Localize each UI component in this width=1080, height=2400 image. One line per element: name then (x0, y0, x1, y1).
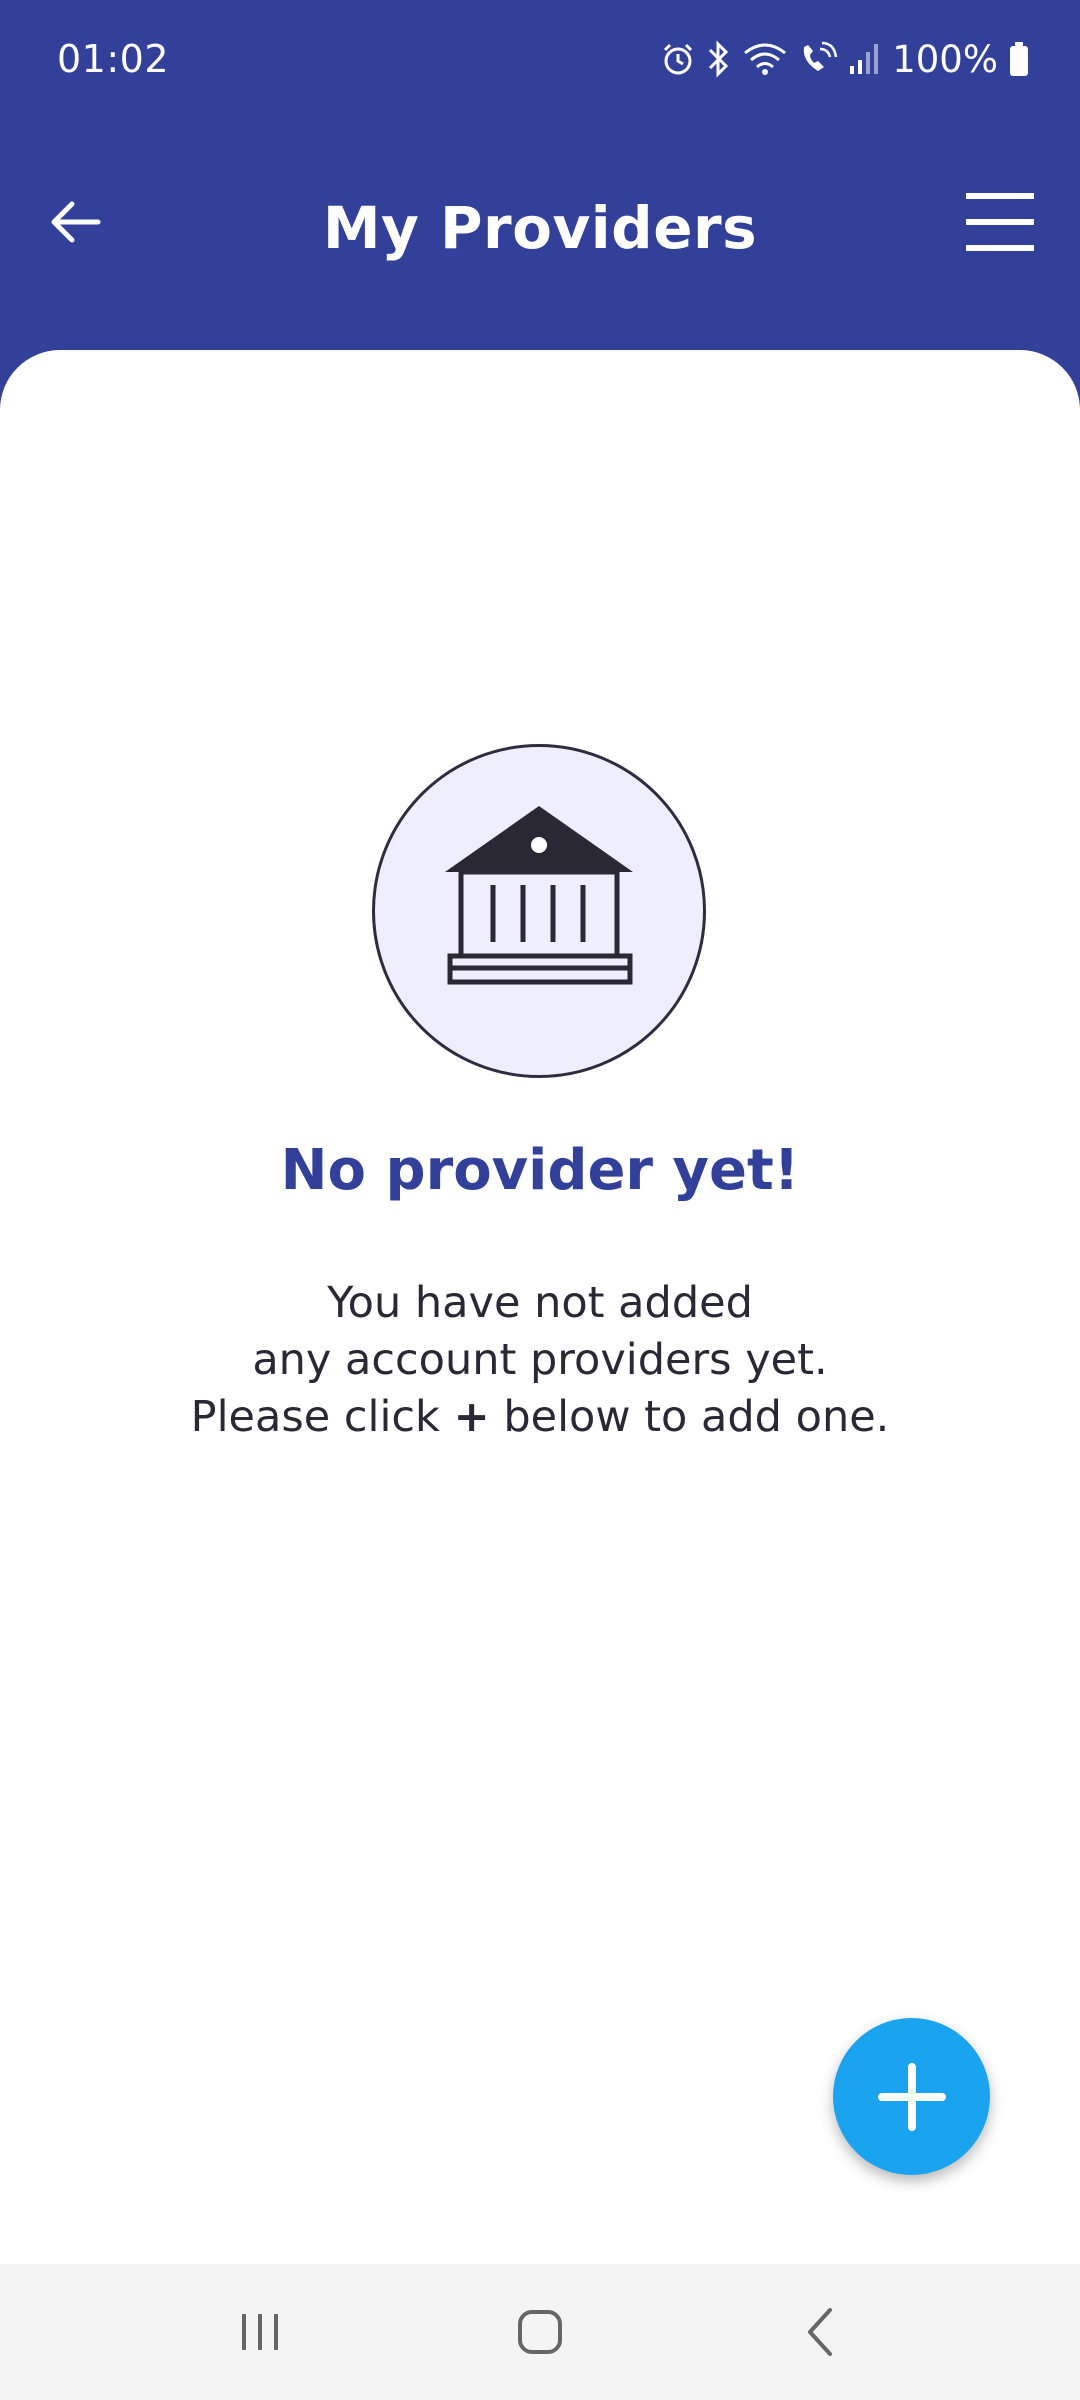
screen: 01:02 100% My Providers No provider yet!… (0, 0, 1080, 2400)
empty-state-line-2: any account providers yet. (252, 1335, 828, 1385)
wifi-icon (742, 41, 788, 77)
status-bar: 01:02 100% (0, 0, 1080, 118)
bank-icon (445, 806, 633, 985)
plus-icon (877, 2062, 946, 2131)
recent-apps-icon (242, 2314, 278, 2350)
system-back-button[interactable] (760, 2282, 880, 2382)
alarm-icon (660, 41, 696, 77)
system-navigation-bar (0, 2264, 1080, 2400)
wifi-calling-icon (798, 41, 838, 77)
menu-button[interactable] (960, 186, 1040, 258)
empty-state-line-3: Please click + below to add one. (0, 1389, 1080, 1446)
empty-state-illustration (372, 744, 706, 1078)
battery-percent: 100% (892, 37, 998, 81)
empty-state-message: You have not added any account providers… (0, 1275, 1080, 1446)
home-button[interactable] (480, 2282, 600, 2382)
battery-icon (1008, 41, 1030, 77)
empty-state-line-3-end: below to add one. (503, 1392, 890, 1442)
recent-apps-button[interactable] (200, 2282, 320, 2382)
back-icon (808, 2308, 832, 2356)
content-sheet: No provider yet! You have not added any … (0, 350, 1080, 2264)
inline-plus-symbol: + (453, 1392, 490, 1442)
page-title: My Providers (322, 194, 758, 262)
hamburger-menu-icon (966, 193, 1034, 251)
empty-state-line-3-start: Please click (190, 1392, 440, 1442)
app-bar: My Providers (0, 118, 1080, 350)
empty-state-line-1: You have not added (327, 1278, 753, 1328)
status-time: 01:02 (57, 37, 170, 81)
signal-icon (848, 42, 879, 76)
bluetooth-icon (706, 40, 732, 78)
home-icon (518, 2310, 562, 2354)
empty-state-title: No provider yet! (280, 1138, 800, 1203)
status-icons: 100% (660, 38, 1030, 81)
add-provider-button[interactable] (833, 2018, 990, 2175)
